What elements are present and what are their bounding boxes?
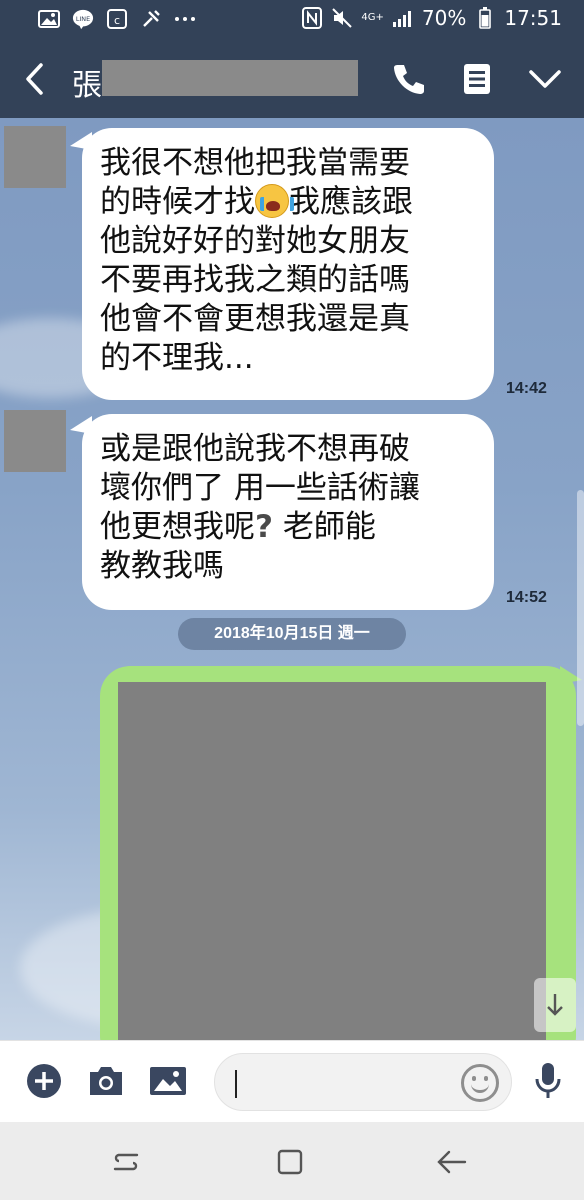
crying-face-emoji [255,184,294,218]
tool-icon [140,8,162,30]
emoji-icon[interactable] [461,1064,499,1102]
message-bubble[interactable]: 或是跟他說我不想再破 壞你們了 用一些話術讓 他更想我呢? 老師能 教教我嗎 [82,414,494,610]
message-line: 或是跟他說我不想再破 [100,431,410,467]
notes-button[interactable] [454,56,500,102]
message-line: 壞你們了 用一些話術讓 [100,470,420,506]
status-bar: LINE c 4G+ 70% 17:51 [0,0,584,40]
message-text: 他更想我呢 [100,509,255,545]
text-cursor [235,1070,237,1098]
battery-icon [474,7,496,29]
svg-text:LINE: LINE [76,15,90,23]
arrow-down-icon [547,994,563,1016]
chat-area[interactable]: 我很不想他把我當需要 的時候才找 我應該跟 他說好好的對她女朋友 不要再找我之類的… [0,118,584,1040]
message-line: 他更想我呢? 老師能 [100,508,476,547]
message-time: 14:52 [506,589,547,606]
message-line: 教教我嗎 [100,548,224,584]
scroll-to-bottom-button[interactable] [534,978,576,1032]
message-time: 14:42 [506,380,547,397]
camera-icon [90,1067,122,1095]
camera-button[interactable] [86,1061,126,1101]
back-icon [437,1150,467,1174]
question-mark-icon: ? [255,509,273,545]
message-line: 他會不會更想我還是真 [100,301,410,337]
voice-button[interactable] [528,1061,568,1101]
svg-text:c: c [114,14,120,27]
back-arrow-icon [26,63,43,95]
sender-avatar[interactable] [4,410,66,472]
image-icon [150,1067,186,1095]
scrollbar[interactable] [577,490,584,726]
signal-icon [392,7,414,29]
recent-apps-button[interactable] [104,1142,148,1182]
more-dots-icon [174,8,196,30]
status-left-icons: LINE c [38,8,196,30]
nfc-icon [301,7,323,29]
message-line: 他說好好的對她女朋友 [100,223,410,259]
redacted-image[interactable] [118,682,546,1040]
system-nav-bar [0,1122,584,1200]
mute-icon [331,7,353,29]
message-text: 我應該跟 [289,184,413,220]
message-line: 的時候才找 我應該跟 [100,183,476,222]
gallery-button[interactable] [148,1061,188,1101]
call-button[interactable] [386,56,432,102]
home-icon [277,1149,303,1175]
plus-circle-icon [27,1064,61,1098]
message-bubble[interactable]: 我很不想他把我當需要 的時候才找 我應該跟 他說好好的對她女朋友 不要再找我之類的… [82,128,494,400]
battery-percent: 70% [421,6,467,30]
sender-avatar[interactable] [4,126,66,188]
image-icon [38,8,60,30]
message-input-bar [0,1040,584,1122]
menu-dropdown-button[interactable] [522,56,568,102]
line-icon: LINE [72,8,94,30]
message-input[interactable] [233,1064,453,1102]
redacted-name [102,60,358,96]
app-icon: c [106,8,128,30]
message-text: 老師能 [272,509,376,545]
message-text: 的時候才找 [100,184,255,220]
notes-icon [464,64,490,94]
phone-icon [394,65,424,94]
back-nav-button[interactable] [430,1142,474,1182]
network-type: 4G+ [361,12,384,23]
clock: 17:51 [504,6,562,30]
microphone-icon [535,1063,561,1098]
message-line: 的不理我... [100,340,254,376]
date-separator: 2018年10月15日 週一 [178,618,406,650]
add-button[interactable] [24,1061,64,1101]
back-button[interactable] [14,56,54,102]
recent-apps-icon [113,1153,139,1171]
chat-header: 張 [0,40,584,118]
chevron-down-icon [529,70,561,88]
contact-name[interactable]: 張 [72,60,102,104]
home-button[interactable] [268,1142,312,1182]
message-line: 我很不想他把我當需要 [100,145,410,181]
message-field[interactable] [214,1053,512,1111]
message-line: 不要再找我之類的話嗎 [100,262,410,298]
status-right-icons: 4G+ 70% 17:51 [301,6,562,30]
